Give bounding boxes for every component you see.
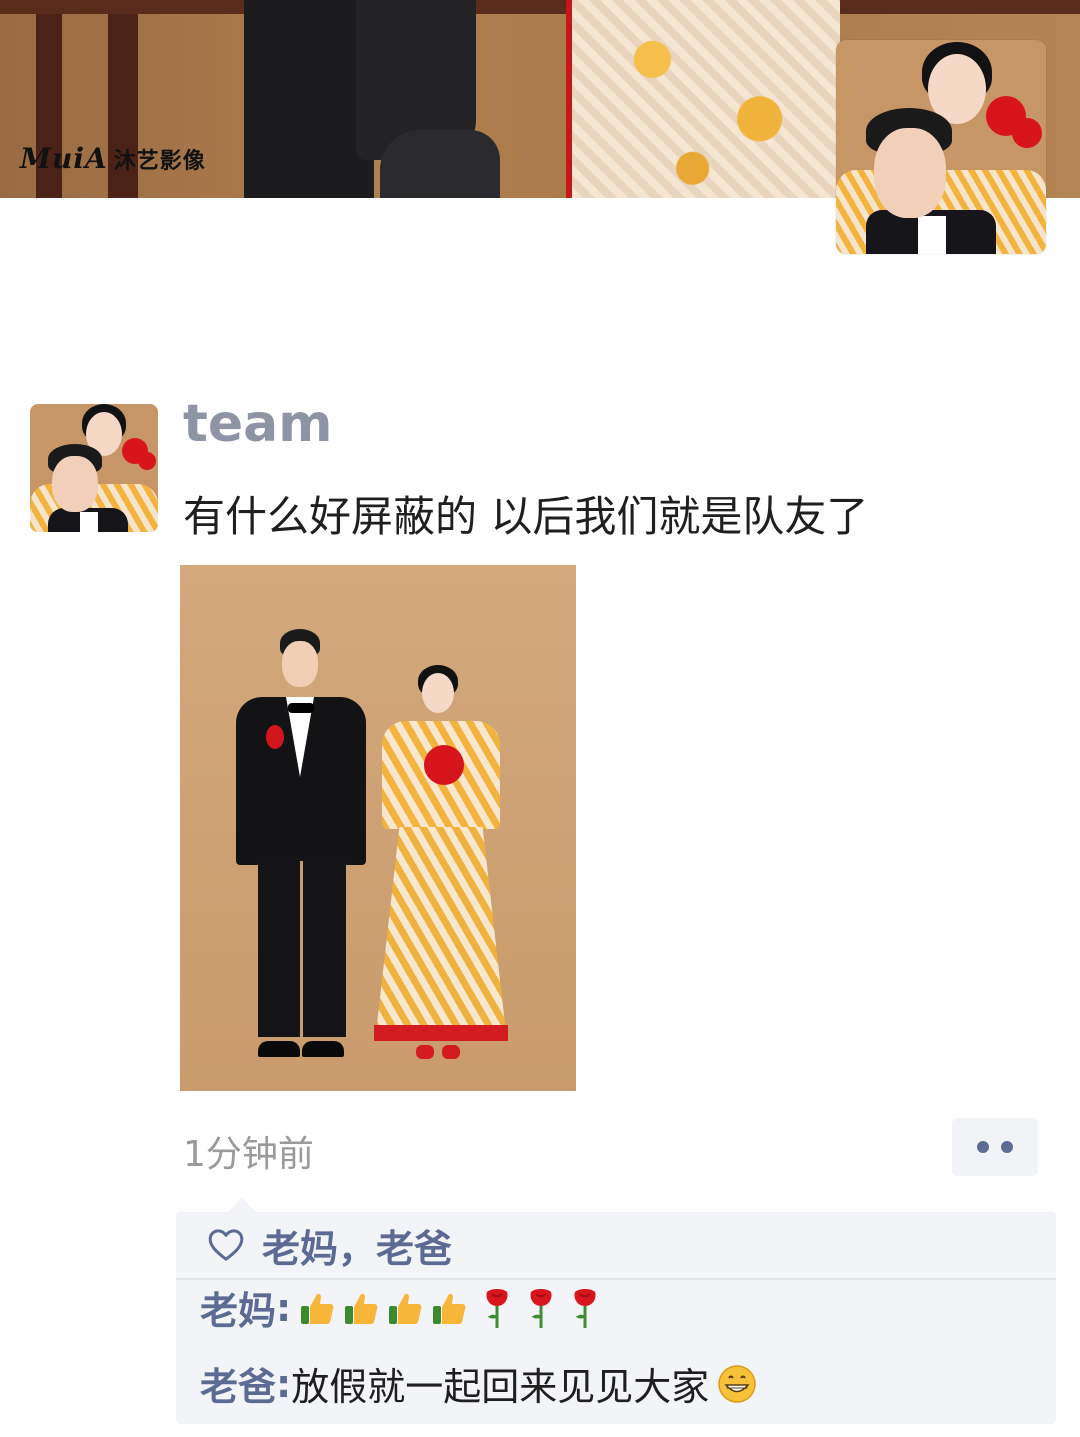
bowtie <box>288 703 314 713</box>
comment-separator: : <box>276 1285 292 1330</box>
shoe-shape <box>380 130 500 198</box>
corsage <box>266 725 284 749</box>
post-photo[interactable] <box>180 565 576 1091</box>
skirt-hem <box>374 1025 508 1041</box>
avatar-face <box>52 456 98 512</box>
thumbs-up-icon <box>433 1293 466 1324</box>
comment-text: 放假就一起回来见见大家 <box>291 1365 710 1409</box>
bouquet <box>424 745 464 785</box>
chair-rail <box>0 0 1080 14</box>
comment-author[interactable]: 老妈 <box>200 1280 276 1335</box>
thumbs-up-icon <box>389 1293 422 1324</box>
post-avatar[interactable] <box>30 404 158 532</box>
thumbs-up-icon <box>301 1293 334 1324</box>
bride-skirt <box>376 827 506 1033</box>
likes-names[interactable]: 老妈，老爸 <box>262 1218 452 1273</box>
studio-logo: MuiA 沐艺影像 <box>20 142 206 175</box>
more-button[interactable] <box>952 1118 1038 1176</box>
bride-shoe <box>442 1045 460 1059</box>
trouser-gap <box>300 861 303 1037</box>
rose-icon <box>486 1288 508 1328</box>
heart-icon <box>208 1229 244 1261</box>
post-username[interactable]: team <box>183 394 332 454</box>
shoe <box>302 1041 344 1057</box>
avatar-shirt <box>918 216 946 254</box>
shoe <box>258 1041 300 1057</box>
more-icon-dot <box>1001 1141 1013 1153</box>
comment-separator: : <box>276 1361 292 1406</box>
logo-latin: MuiA <box>20 142 108 175</box>
bride-shoe <box>416 1045 434 1059</box>
thumbs-up-icon <box>345 1293 378 1324</box>
rose-shape <box>138 452 156 470</box>
gown-shape <box>566 0 840 198</box>
comment-item[interactable]: 老爸: 放假就一起回来见见大家 <box>200 1356 757 1411</box>
likes-row: 老妈，老爸 <box>176 1212 1056 1280</box>
trouser-shape <box>244 0 374 198</box>
rose-icon <box>574 1288 596 1328</box>
avatar-face <box>874 128 946 218</box>
comment-author[interactable]: 老爸 <box>200 1356 276 1411</box>
logo-cn: 沐艺影像 <box>113 148 206 174</box>
post-timestamp: 1分钟前 <box>183 1134 314 1175</box>
rose-icon <box>530 1288 552 1328</box>
groom-face <box>282 641 318 687</box>
more-icon <box>977 1141 989 1153</box>
avatar-shirt <box>80 512 98 532</box>
grinning-icon <box>718 1364 756 1403</box>
profile-avatar[interactable] <box>836 40 1046 254</box>
comment-item[interactable]: 老妈: <box>200 1280 599 1335</box>
post-text: 有什么好屏蔽的 以后我们就是队友了 <box>183 492 869 541</box>
rose-shape <box>1012 118 1042 148</box>
bride-face <box>422 673 454 713</box>
